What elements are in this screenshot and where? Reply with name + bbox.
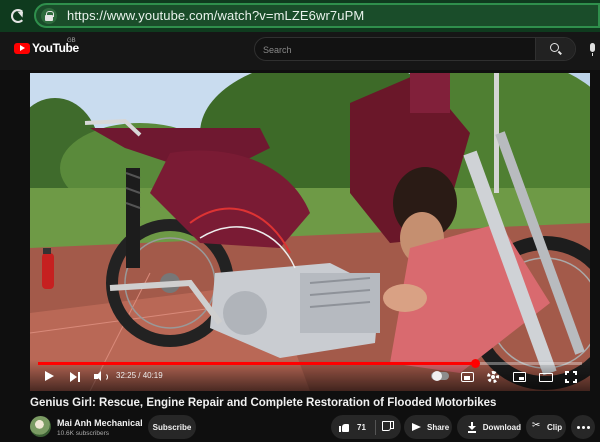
like-dislike-group: 71 — [331, 415, 401, 439]
gear-icon[interactable] — [487, 371, 499, 383]
cc-icon[interactable] — [461, 372, 474, 382]
avatar[interactable] — [30, 416, 51, 437]
channel-name[interactable]: Mai Anh Mechanical — [57, 418, 143, 428]
youtube-logo-icon — [14, 42, 30, 54]
more-icon — [581, 425, 585, 429]
thumb-up-icon[interactable] — [339, 423, 349, 432]
search-icon — [550, 43, 559, 52]
reload-icon[interactable] — [11, 9, 25, 23]
progress-scrubber[interactable] — [470, 359, 480, 368]
search-box — [254, 37, 576, 61]
progress-bar[interactable] — [38, 359, 582, 368]
video-title: Genius Girl: Rescue, Engine Repair and C… — [30, 397, 497, 409]
search-input[interactable] — [263, 43, 533, 57]
autoplay-toggle[interactable] — [431, 371, 449, 381]
fullscreen-icon[interactable] — [565, 371, 577, 383]
thumb-down-icon[interactable] — [384, 423, 394, 432]
country-code: GB — [67, 38, 76, 44]
progress-fill — [38, 362, 476, 365]
clip-label: Clip — [547, 422, 563, 432]
subscribe-button[interactable]: Subscribe — [148, 415, 196, 439]
share-icon — [412, 423, 421, 431]
share-label: Share — [427, 422, 450, 432]
like-count[interactable]: 71 — [357, 423, 366, 432]
play-icon[interactable] — [45, 371, 54, 381]
player-controls: 32:25 / 40:19 — [30, 359, 590, 391]
video-player[interactable] — [30, 73, 590, 391]
volume-icon[interactable] — [94, 371, 108, 383]
browser-toolbar: https://www.youtube.com/watch?v=mLZE6wr7… — [0, 0, 600, 32]
download-label: Download — [482, 422, 521, 432]
like-divider — [374, 419, 376, 435]
clip-button[interactable]: Clip — [526, 415, 566, 439]
subscriber-count: 10.6K subscribers — [57, 430, 110, 437]
download-icon — [468, 422, 476, 433]
time-display: 32:25 / 40:19 — [116, 371, 163, 380]
url-text[interactable]: https://www.youtube.com/watch?v=mLZE6wr7… — [67, 8, 364, 23]
video-frame — [30, 73, 590, 391]
lock-icon[interactable] — [41, 7, 57, 24]
next-icon[interactable] — [70, 371, 81, 383]
more-actions-button[interactable] — [571, 415, 595, 439]
clip-icon — [532, 420, 542, 432]
share-button[interactable]: Share — [404, 415, 452, 439]
theater-icon[interactable] — [539, 373, 553, 382]
miniplayer-icon[interactable] — [513, 372, 526, 382]
search-button[interactable] — [535, 38, 575, 60]
download-button[interactable]: Download — [457, 415, 521, 439]
address-bar[interactable]: https://www.youtube.com/watch?v=mLZE6wr7… — [34, 3, 600, 28]
youtube-header: YouTube GB — [0, 32, 600, 70]
mic-icon[interactable] — [590, 43, 595, 56]
